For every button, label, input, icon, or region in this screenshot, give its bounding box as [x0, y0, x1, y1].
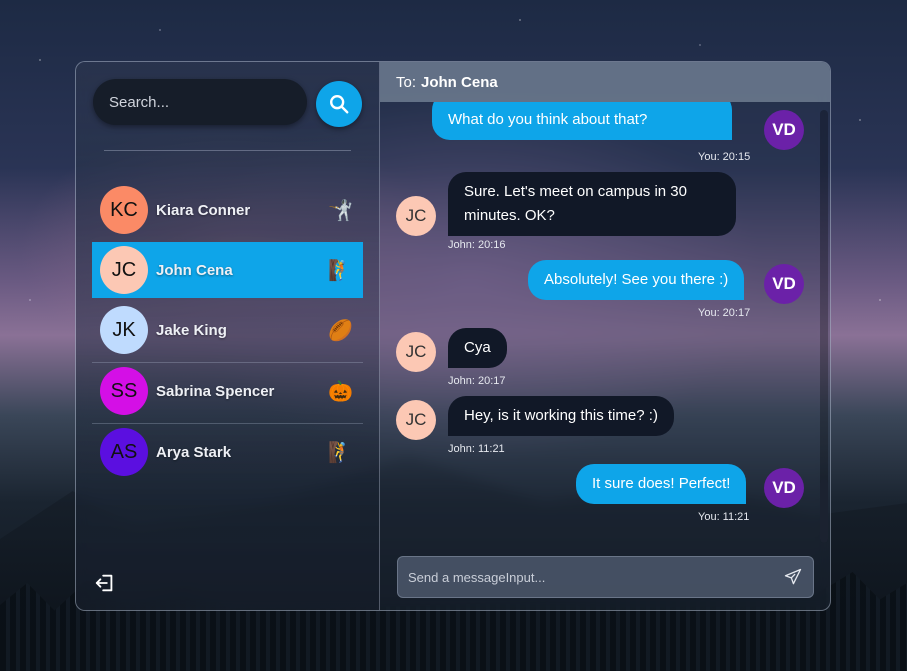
contact-name: Jake King [156, 321, 227, 339]
sidebar: KC Kiara Conner 🤺 JC John Cena 🧗 JK Jake… [76, 62, 380, 610]
rugby-ball-icon: 🏉 [328, 320, 353, 342]
message-bubble: Sure. Let's meet on campus in 30 minutes… [448, 172, 736, 236]
message-line: minutes. OK? [464, 207, 555, 224]
message-meta: You: 20:15 [698, 151, 751, 163]
search-box [93, 79, 307, 125]
avatar: SS [100, 367, 148, 415]
logout-icon[interactable] [94, 572, 116, 594]
send-icon[interactable] [783, 567, 803, 587]
sidebar-divider [104, 150, 351, 151]
chat-app-window: KC Kiara Conner 🤺 JC John Cena 🧗 JK Jake… [75, 61, 831, 611]
contact-item-john-cena[interactable]: JC John Cena 🧗 [92, 242, 363, 298]
avatar: JC [100, 246, 148, 294]
chat-panel: To: John Cena What do you think about th… [380, 62, 830, 610]
message-outgoing: It sure does! Perfect! [576, 464, 747, 504]
message-meta: John: 11:21 [448, 443, 505, 455]
recipient-name: John Cena [421, 73, 498, 91]
contact-list: KC Kiara Conner 🤺 JC John Cena 🧗 JK Jake… [92, 182, 363, 484]
contact-item-sabrina-spencer[interactable]: SS Sabrina Spencer 🎃 [92, 362, 363, 419]
message-incoming: Hey, is it working this time? :) [448, 396, 674, 436]
contact-name: Kiara Conner [156, 201, 251, 219]
chat-header: To: John Cena [380, 62, 830, 102]
avatar: VD [764, 264, 804, 304]
scrollbar-thumb[interactable] [820, 479, 828, 543]
climber-icon: 🧗 [328, 442, 353, 464]
message-incoming: Cya [448, 328, 507, 368]
avatar: JC [396, 332, 436, 372]
avatar: JC [396, 196, 436, 236]
message-composer [397, 556, 814, 598]
contact-name: John Cena [156, 261, 233, 279]
message-bubble: It sure does! Perfect! [576, 464, 747, 504]
message-bubble: What do you think about that? [432, 102, 732, 140]
pumpkin-icon: 🎃 [328, 381, 353, 403]
avatar: KC [100, 186, 148, 234]
message-bubble: Cya [448, 328, 507, 368]
fencer-icon: 🤺 [328, 200, 353, 222]
avatar: AS [100, 428, 148, 476]
message-outgoing: What do you think about that? [432, 102, 732, 140]
message-outgoing: Absolutely! See you there :) [528, 260, 745, 300]
contact-name: Sabrina Spencer [156, 382, 275, 400]
to-label: To: [396, 73, 417, 91]
message-meta: You: 20:17 [698, 307, 751, 319]
contact-name: Arya Stark [156, 443, 232, 461]
message-bubble: Hey, is it working this time? :) [448, 396, 674, 436]
message-list[interactable]: What do you think about that? VD You: 20… [380, 102, 830, 542]
search-button[interactable] [316, 81, 362, 127]
contact-item-arya-stark[interactable]: AS Arya Stark 🧗 [92, 423, 363, 480]
message-meta: John: 20:17 [448, 375, 506, 387]
message-meta: You: 11:21 [698, 511, 750, 523]
climber-icon: 🧗 [328, 260, 353, 282]
avatar: VD [764, 110, 804, 150]
search-icon [330, 95, 349, 114]
search-input[interactable] [93, 92, 301, 112]
avatar: VD [764, 468, 804, 508]
message-line: Sure. Let's meet on campus in 30 [464, 183, 687, 200]
avatar: JK [100, 306, 148, 354]
avatar: JC [396, 400, 436, 440]
message-bubble: Absolutely! See you there :) [528, 260, 745, 300]
contact-item-kiara-conner[interactable]: KC Kiara Conner 🤺 [92, 182, 363, 238]
message-input[interactable] [398, 568, 783, 586]
message-incoming: Sure. Let's meet on campus in 30 minutes… [448, 172, 736, 236]
contact-item-jake-king[interactable]: JK Jake King 🏉 [92, 302, 363, 358]
message-meta: John: 20:16 [448, 239, 506, 251]
